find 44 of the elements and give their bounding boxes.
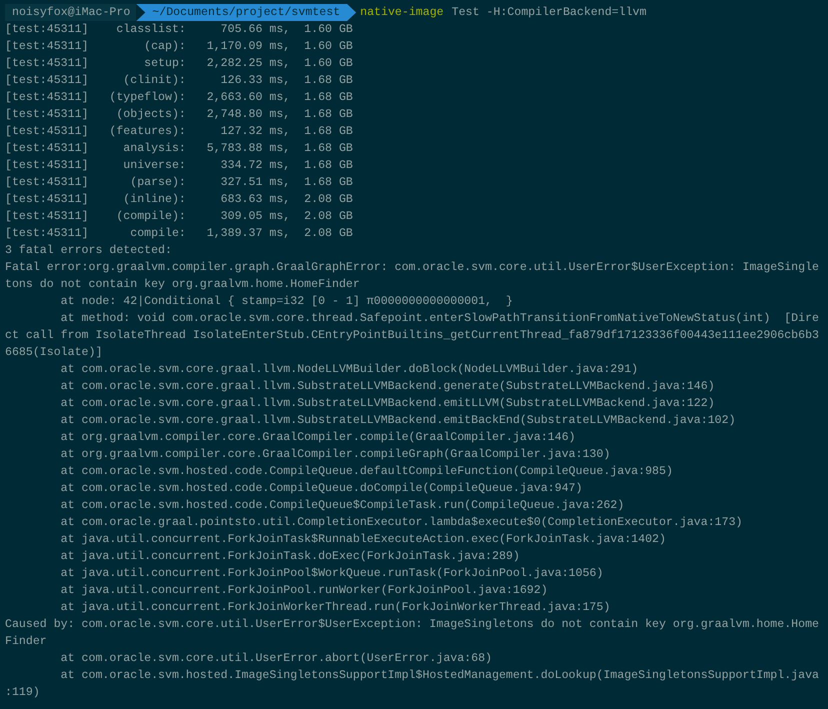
output-line: at java.util.concurrent.ForkJoinTask.doExec(ForkJoinTask.java:289) — [60, 549, 520, 565]
output-line: [test:45311] (typeflow): 2,663.60 ms, 1.68 GB — [5, 90, 353, 106]
output-line: at com.oracle.svm.core.graal.llvm.SubstrateLLVMBackend.emitBackEnd(SubstrateLLVMBackend.java:102) — [60, 413, 736, 429]
output-line: ct call from IsolateThread IsolateEnterStub.CEntryPointBuiltins_getCurrentThread_fa879df17123336f00443e111ee2906cb6b3 — [5, 328, 820, 344]
output-line: at com.oracle.svm.hosted.code.CompileQueue.doCompile(CompileQueue.java:947) — [60, 481, 582, 497]
output-line: at org.graalvm.compiler.core.GraalCompiler.compile(GraalCompiler.java:146) — [60, 430, 576, 446]
output-line: at com.oracle.svm.core.graal.llvm.NodeLLVMBuilder.doBlock(NodeLLVMBuilder.java:291) — [60, 362, 638, 378]
command-name: native-image — [360, 5, 444, 21]
output-line: at com.oracle.svm.core.graal.llvm.SubstrateLLVMBackend.generate(SubstrateLLVMBackend.java:146) — [60, 379, 715, 395]
output-line: Fatal error:org.graalvm.compiler.graph.GraalGraphError: com.oracle.svm.core.util.UserError$UserException: ImageSingle — [5, 260, 820, 276]
command-arguments: Test -H:CompilerBackend=llvm — [452, 5, 646, 21]
output-line: Caused by: com.oracle.svm.core.util.UserError$UserException: ImageSingletons do not contain key org.graalvm.home.Home — [5, 617, 820, 633]
prompt-path: ~/Documents/project/svmtest — [136, 4, 356, 21]
output-line: [test:45311] (compile): 309.05 ms, 2.08 GB — [5, 209, 353, 225]
output-line: [test:45311] setup: 2,282.25 ms, 1.60 GB — [5, 56, 353, 72]
output-line: at com.oracle.svm.core.graal.llvm.SubstrateLLVMBackend.emitLLVM(SubstrateLLVMBackend.java:122) — [60, 396, 715, 412]
output-line: :119) — [5, 685, 40, 701]
output-line: at node: 42|Conditional { stamp=i32 [0 - 1] π0000000000000001, } — [60, 294, 513, 310]
output-line: [test:45311] (clinit): 126.33 ms, 1.68 GB — [5, 73, 353, 89]
output-line: at com.oracle.graal.pointsto.util.CompletionExecutor.lambda$execute$0(CompletionExecutor.java:173) — [60, 515, 742, 531]
output-line: [test:45311] (features): 127.32 ms, 1.68 GB — [5, 124, 353, 140]
output-line: at java.util.concurrent.ForkJoinWorkerThread.run(ForkJoinWorkerThread.java:175) — [60, 600, 610, 616]
output-line: [test:45311] universe: 334.72 ms, 1.68 GB — [5, 158, 353, 174]
prompt-user-host: noisyfox@iMac-Pro — [5, 4, 136, 21]
output-line: [test:45311] (objects): 2,748.80 ms, 1.68 GB — [5, 107, 353, 123]
output-line: at com.oracle.svm.hosted.ImageSingletonsSupportImpl$HostedManagement.doLookup(ImageSingletonsSupportImpl.java — [60, 668, 820, 684]
output-line: [test:45311] compile: 1,389.37 ms, 2.08 GB — [5, 226, 353, 242]
output-line: [test:45311] (cap): 1,170.09 ms, 1.60 GB — [5, 39, 353, 55]
output-line: at com.oracle.svm.hosted.code.CompileQueue$CompileTask.run(CompileQueue.java:262) — [60, 498, 624, 514]
output-line: at com.oracle.svm.hosted.code.CompileQueue.defaultCompileFunction(CompileQueue.java:985) — [60, 464, 673, 480]
output-line: at org.graalvm.compiler.core.GraalCompiler.compileGraph(GraalCompiler.java:130) — [60, 447, 610, 463]
output-line: 3 fatal errors detected: — [5, 243, 172, 259]
output-line: at com.oracle.svm.core.util.UserError.abort(UserError.java:68) — [60, 651, 492, 667]
output-line: [test:45311] analysis: 5,783.88 ms, 1.68 GB — [5, 141, 353, 157]
output-line: Finder — [5, 634, 47, 650]
output-line: [test:45311] (inline): 683.63 ms, 2.08 GB — [5, 192, 353, 208]
output-line: [test:45311] classlist: 705.66 ms, 1.60 GB — [5, 22, 353, 38]
output-line: [test:45311] (parse): 327.51 ms, 1.68 GB — [5, 175, 353, 191]
output-line: 6685(Isolate)] — [5, 345, 102, 361]
output-line: at java.util.concurrent.ForkJoinTask$RunnableExecuteAction.exec(ForkJoinTask.java:1402) — [60, 532, 666, 548]
output-line: at method: void com.oracle.svm.core.thread.Safepoint.enterSlowPathTransitionFromNativeToNewStatus(int) [Dire — [60, 311, 820, 327]
output-line: at java.util.concurrent.ForkJoinPool.runWorker(ForkJoinPool.java:1692) — [60, 583, 548, 599]
output-line: tons do not contain key org.graalvm.home.HomeFinder — [5, 277, 360, 293]
output-line: at java.util.concurrent.ForkJoinPool$WorkQueue.runTask(ForkJoinPool.java:1056) — [60, 566, 604, 582]
